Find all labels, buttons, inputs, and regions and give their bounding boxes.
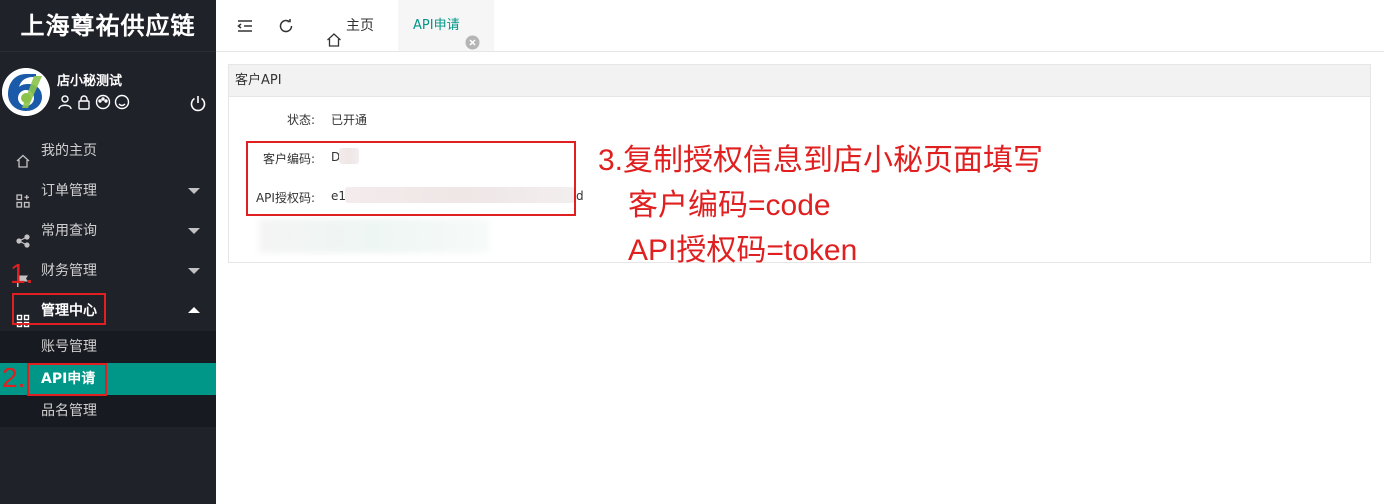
annotation-highlight-box — [27, 363, 107, 396]
user-icon-row — [57, 94, 130, 110]
power-icon[interactable] — [189, 94, 207, 112]
home-icon — [326, 18, 342, 47]
chevron-down-icon — [188, 268, 200, 274]
chevron-down-icon — [188, 188, 200, 194]
status-value: 已开通 — [331, 113, 368, 127]
main-content: 客户API 状态: 已开通 客户编码: D API授权码: e1 d 3.复制授… — [216, 52, 1384, 504]
api-token-value-end: d — [576, 189, 584, 203]
tab-api-application[interactable]: API申请 — [398, 0, 494, 51]
sidebar-item-home[interactable]: 我的主页 — [0, 131, 216, 171]
user-icon[interactable] — [57, 94, 73, 110]
annotation-step2: 2. — [2, 362, 26, 393]
user-name: 店小秘测试 — [57, 74, 123, 89]
annotation-highlight-box — [12, 293, 106, 325]
annotation-step1: 1. — [10, 258, 34, 289]
chevron-down-icon — [188, 228, 200, 234]
annotation-highlight-box — [246, 141, 576, 216]
card-title: 客户API — [229, 65, 1370, 97]
close-icon[interactable] — [465, 20, 480, 50]
tab-home[interactable]: 主页 — [326, 0, 398, 51]
brand-title: 上海尊祐供应链 — [0, 0, 216, 52]
smile-icon[interactable] — [114, 94, 130, 110]
palette-icon[interactable] — [95, 94, 111, 110]
sidebar: 上海尊祐供应链 店小秘测试 我的主页 订单管理 常用查询 财务管理 管理中心 账… — [0, 0, 216, 504]
status-row: 状态: 已开通 — [245, 111, 645, 131]
avatar[interactable] — [2, 68, 50, 116]
lock-icon[interactable] — [76, 94, 92, 110]
field-label: 状态: — [286, 113, 315, 127]
share-icon — [16, 224, 30, 248]
grid-plus-icon — [16, 184, 30, 208]
tab-label: API申请 — [413, 18, 460, 33]
chevron-up-icon — [188, 307, 200, 313]
submenu-item-product-names[interactable]: 品名管理 — [0, 395, 216, 427]
annotation-step3-title: 3.复制授权信息到店小秘页面填写 — [598, 144, 1044, 177]
redacted-mask — [259, 219, 489, 253]
home-icon — [16, 144, 30, 168]
sidebar-item-queries[interactable]: 常用查询 — [0, 211, 216, 251]
annotation-step3-code: 客户编码=code — [628, 189, 831, 222]
menu-collapse-icon[interactable] — [236, 17, 254, 35]
annotation-step3-token: API授权码=token — [628, 234, 858, 267]
refresh-icon[interactable] — [277, 17, 295, 35]
tab-label: 主页 — [346, 18, 374, 34]
sidebar-item-orders[interactable]: 订单管理 — [0, 171, 216, 211]
top-bar: 主页 API申请 — [216, 0, 1384, 52]
sidebar-item-label: 财务管理 — [41, 263, 97, 279]
sidebar-item-label: 常用查询 — [41, 223, 97, 239]
sidebar-item-label: 订单管理 — [41, 183, 97, 199]
sidebar-item-label: 我的主页 — [41, 143, 97, 159]
submenu-item-accounts[interactable]: 账号管理 — [0, 331, 216, 363]
